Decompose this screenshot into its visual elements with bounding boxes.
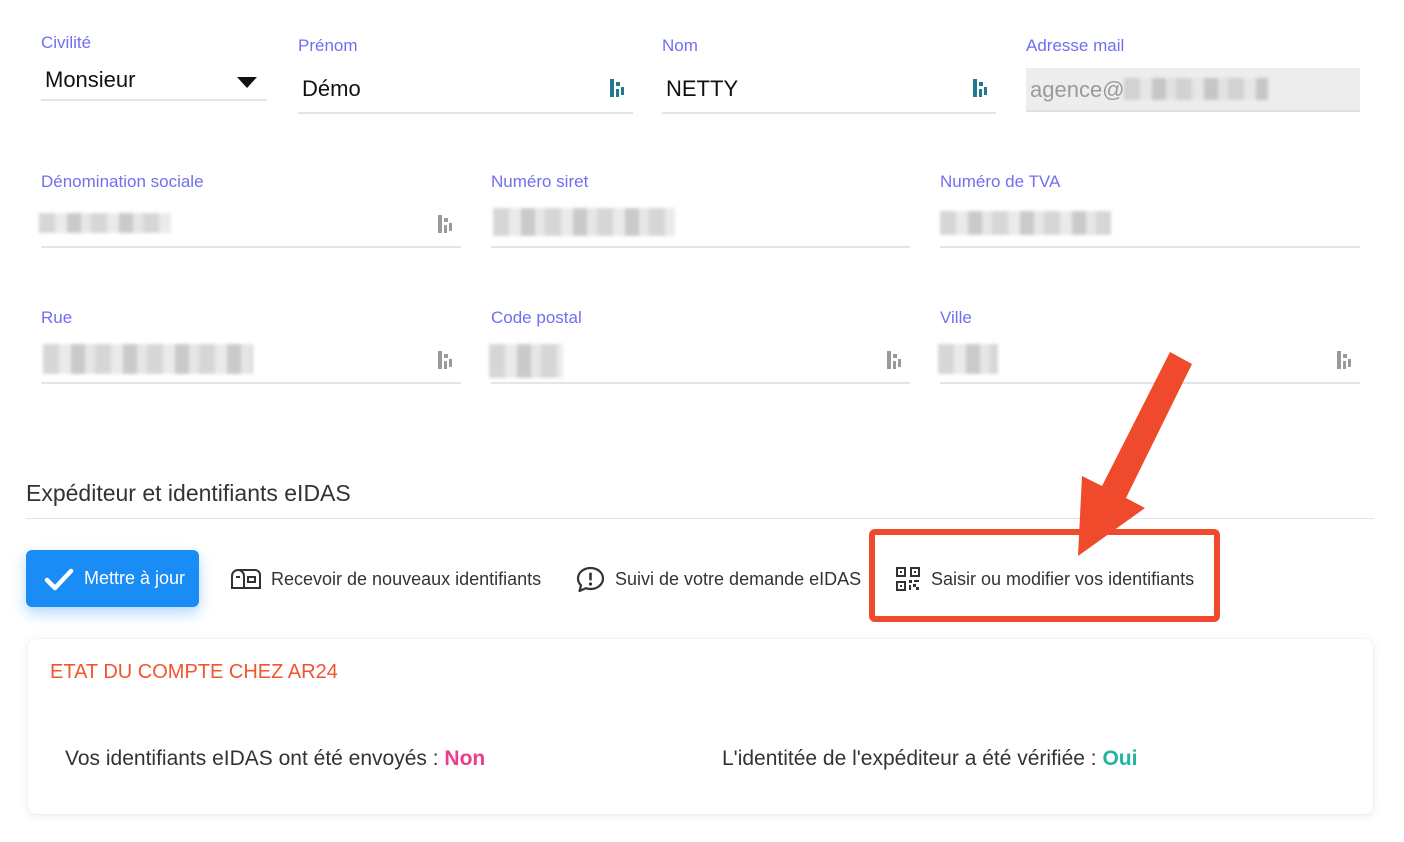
- prenom-field: Prénom Démo: [298, 36, 633, 114]
- civilite-field: Civilité Monsieur: [41, 33, 267, 103]
- redacted-email: [1124, 78, 1268, 100]
- nom-label: Nom: [662, 36, 698, 55]
- redacted-value: [39, 213, 171, 233]
- denomination-label: Dénomination sociale: [41, 172, 204, 191]
- account-status-card: ETAT DU COMPTE CHEZ AR24 Vos identifiant…: [28, 639, 1373, 814]
- credentials-sent-status: Vos identifiants eIDAS ont été envoyés :…: [65, 747, 485, 771]
- code-postal-input[interactable]: [489, 334, 910, 384]
- tva-input[interactable]: [940, 198, 1360, 248]
- rue-field: Rue: [41, 308, 461, 386]
- nom-field: Nom NETTY: [662, 36, 996, 114]
- civilite-select[interactable]: Monsieur: [41, 63, 267, 101]
- ville-label: Ville: [940, 308, 972, 327]
- redacted-value: [43, 344, 253, 374]
- redacted-value: [940, 211, 1111, 235]
- update-button[interactable]: Mettre à jour: [26, 550, 199, 607]
- prenom-label: Prénom: [298, 36, 358, 55]
- redacted-value: [493, 208, 675, 236]
- siret-field: Numéro siret: [491, 172, 910, 250]
- email-input: agence@: [1026, 68, 1360, 112]
- identity-verified-status: L'identitée de l'expéditeur a été vérifi…: [722, 747, 1137, 771]
- siret-input[interactable]: [491, 198, 910, 248]
- section-title: Expéditeur et identifiants eIDAS: [26, 480, 351, 506]
- dashlane-icon[interactable]: [886, 350, 902, 370]
- follow-request-button[interactable]: Suivi de votre demande eIDAS: [576, 560, 861, 598]
- prenom-input[interactable]: Démo: [298, 62, 633, 114]
- code-postal-label: Code postal: [491, 308, 582, 327]
- dashlane-icon[interactable]: [609, 78, 625, 98]
- follow-request-label: Suivi de votre demande eIDAS: [615, 568, 862, 589]
- alert-bubble-icon: [576, 566, 605, 592]
- nom-value: NETTY: [666, 76, 739, 101]
- arrow-annotation-icon: [1078, 352, 1192, 556]
- tva-field: Numéro de TVA: [940, 172, 1360, 250]
- tva-label: Numéro de TVA: [940, 172, 1061, 191]
- civilite-value: Monsieur: [45, 67, 136, 92]
- dashlane-icon[interactable]: [972, 78, 988, 98]
- identity-verified-value: Oui: [1102, 747, 1138, 770]
- dashlane-icon[interactable]: [1336, 350, 1352, 370]
- prenom-value: Démo: [302, 76, 361, 101]
- denomination-field: Dénomination sociale: [39, 172, 461, 250]
- siret-label: Numéro siret: [491, 172, 589, 191]
- redacted-value: [489, 344, 563, 378]
- code-postal-field: Code postal: [489, 308, 910, 386]
- email-label: Adresse mail: [1026, 36, 1125, 55]
- rue-input[interactable]: [41, 334, 461, 384]
- receive-credentials-button[interactable]: Recevoir de nouveaux identifiants: [230, 560, 541, 598]
- credentials-sent-value: Non: [444, 747, 486, 770]
- rue-label: Rue: [41, 308, 73, 327]
- denomination-input[interactable]: [39, 198, 461, 248]
- redacted-value: [938, 344, 998, 374]
- dashlane-icon[interactable]: [437, 350, 453, 370]
- email-value: agence@: [1030, 77, 1125, 102]
- update-button-label: Mettre à jour: [84, 568, 186, 588]
- identity-verified-text: L'identitée de l'expéditeur a été vérifi…: [722, 747, 1097, 770]
- receive-credentials-label: Recevoir de nouveaux identifiants: [271, 568, 542, 589]
- check-icon: [44, 568, 74, 590]
- dashlane-icon[interactable]: [437, 214, 453, 234]
- nom-input[interactable]: NETTY: [662, 62, 996, 114]
- civilite-label: Civilité: [41, 33, 92, 52]
- credentials-sent-text: Vos identifiants eIDAS ont été envoyés :: [65, 747, 439, 770]
- email-field: Adresse mail agence@: [1026, 36, 1360, 114]
- account-card-title: ETAT DU COMPTE CHEZ AR24: [50, 661, 338, 683]
- mailbox-icon: [231, 569, 261, 589]
- chevron-down-icon: [237, 77, 257, 88]
